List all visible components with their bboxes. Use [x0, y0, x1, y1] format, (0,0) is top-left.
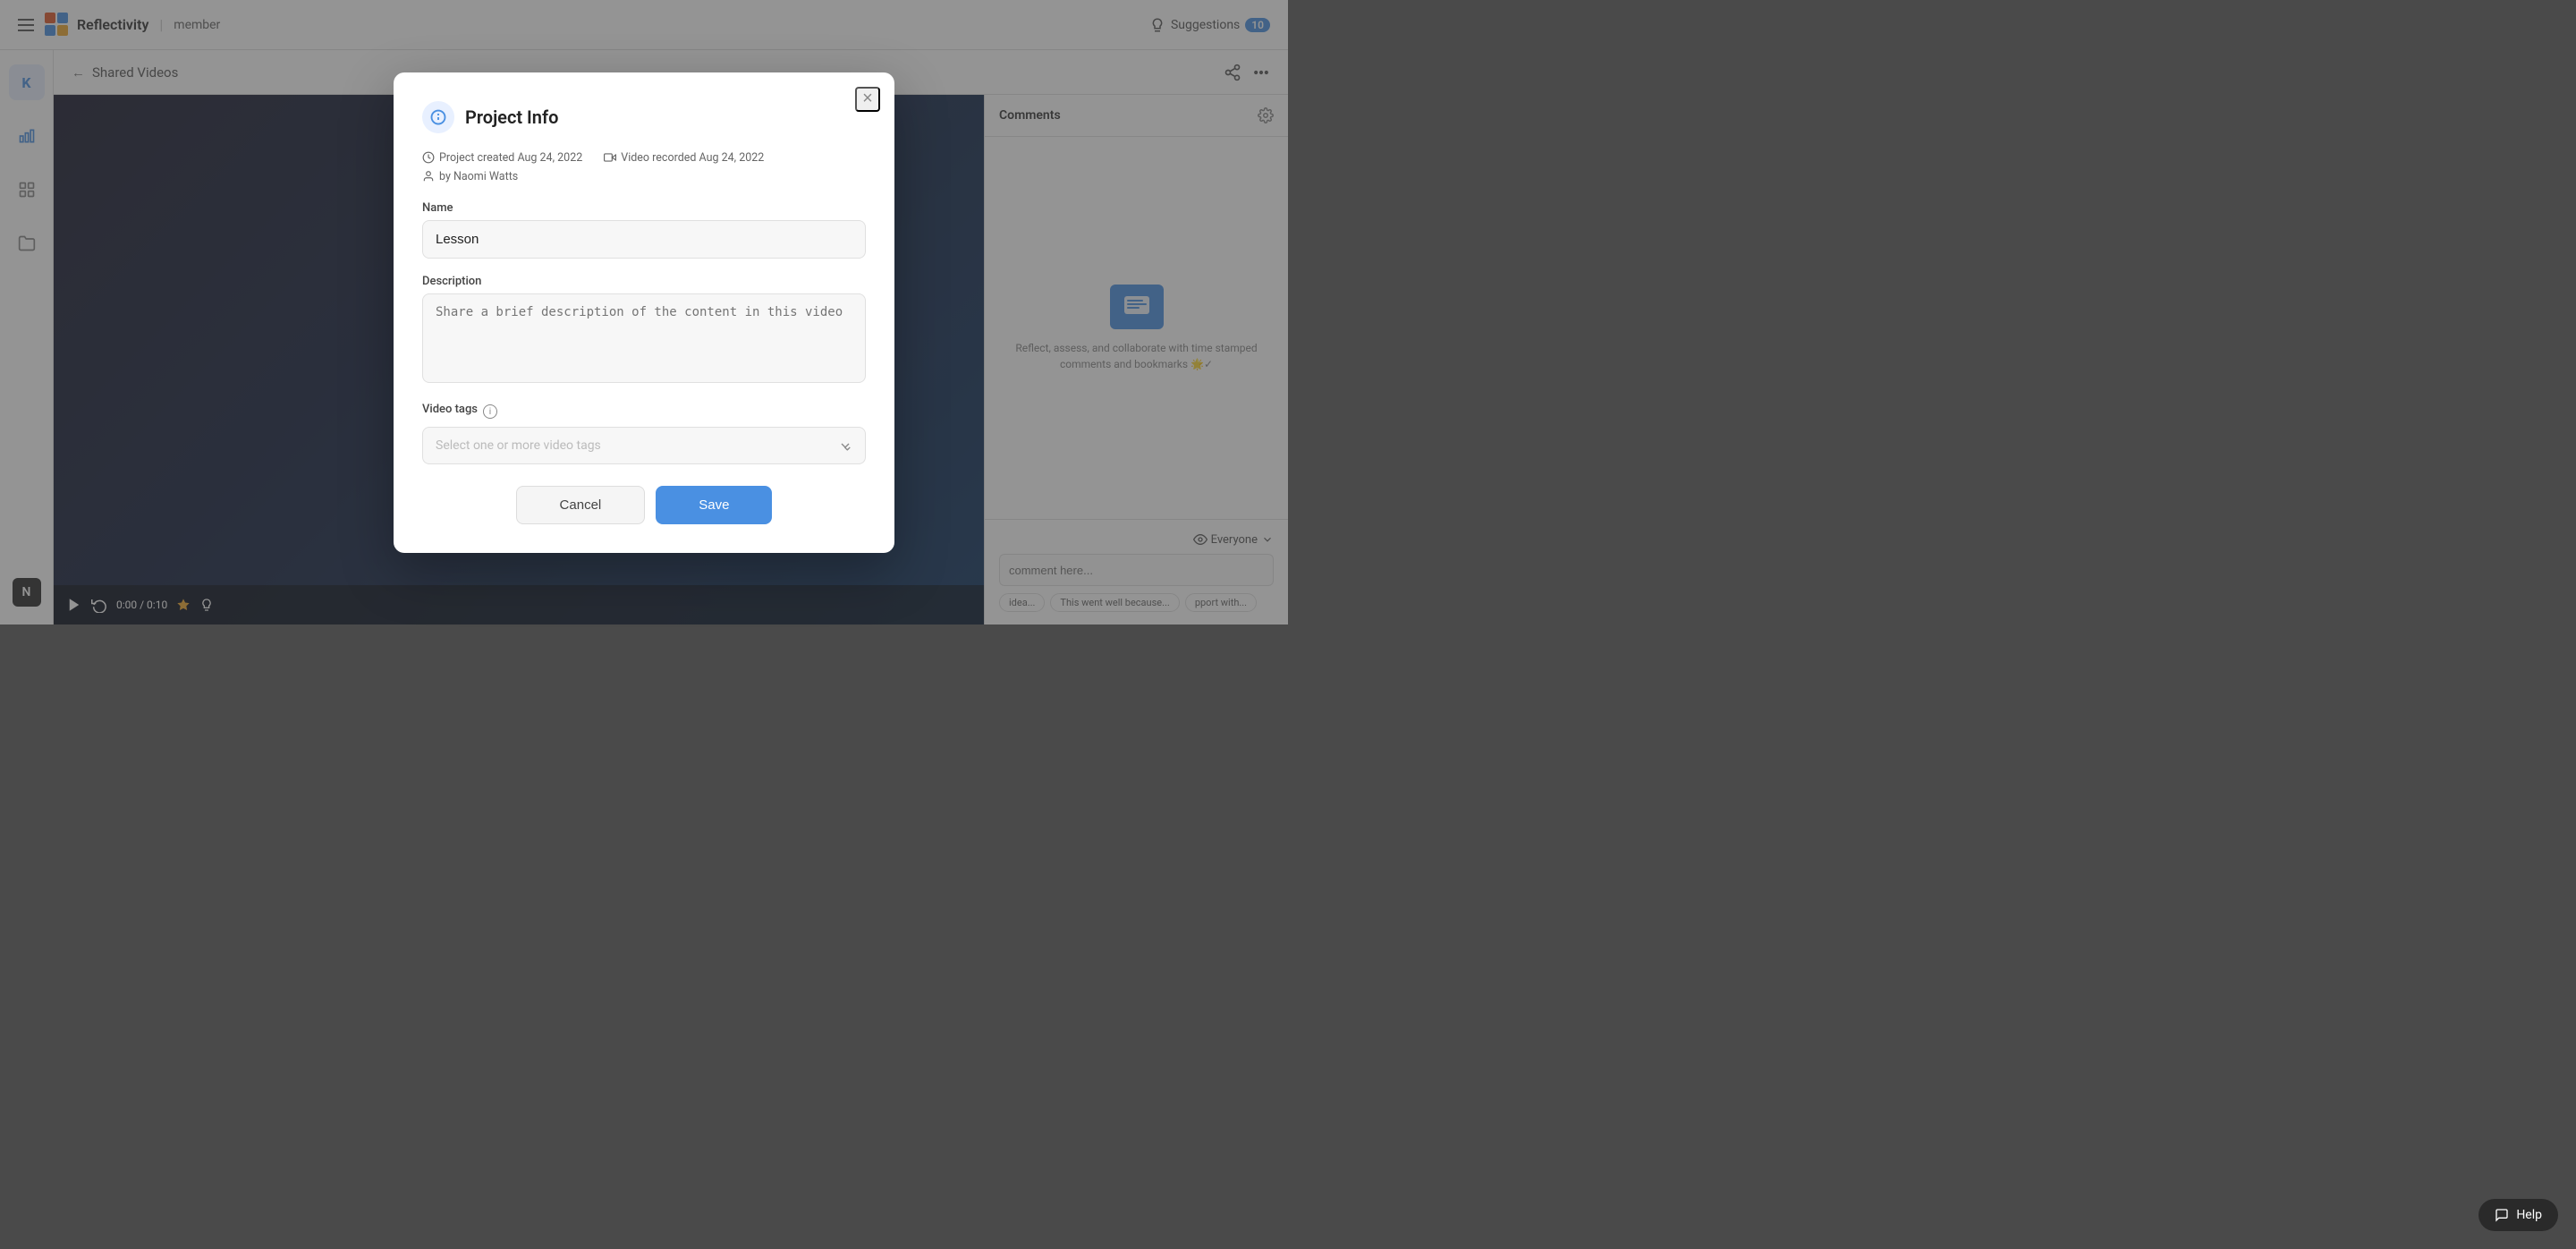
modal-meta-created: Project created Aug 24, 2022: [422, 151, 582, 165]
project-created-label: Project created Aug 24, 2022: [439, 151, 582, 165]
modal-overlay: Project Info × Project created Aug 24, 2…: [0, 0, 1288, 624]
name-input[interactable]: [422, 220, 866, 259]
modal-header: Project Info: [422, 101, 866, 133]
clock-icon: [422, 151, 435, 164]
video-icon: [604, 151, 616, 164]
chevron-down-tags-icon: [838, 438, 852, 453]
name-label: Name: [422, 201, 866, 215]
modal-info-icon: [422, 101, 454, 133]
cancel-button[interactable]: Cancel: [516, 486, 646, 524]
modal-actions: Cancel Save: [422, 486, 866, 524]
modal-meta-dates: Project created Aug 24, 2022 Video recor…: [422, 151, 866, 165]
modal-project-info: Project Info × Project created Aug 24, 2…: [394, 72, 894, 553]
help-label: Help: [2516, 1208, 2542, 1222]
modal-tags-section: Video tags i Select one or more video ta…: [422, 403, 866, 464]
video-tags-select[interactable]: Select one or more video tags: [422, 427, 866, 464]
modal-name-section: Name: [422, 201, 866, 259]
description-textarea[interactable]: [422, 293, 866, 383]
video-recorded-label: Video recorded Aug 24, 2022: [621, 151, 764, 165]
tags-label-row: Video tags i: [422, 403, 866, 421]
chat-icon: [2495, 1208, 2509, 1222]
tags-info-icon: i: [483, 404, 497, 419]
modal-title: Project Info: [465, 106, 558, 128]
user-icon: [422, 170, 435, 183]
author-label: by Naomi Watts: [439, 170, 518, 183]
modal-description-section: Description: [422, 275, 866, 387]
description-label: Description: [422, 275, 866, 288]
modal-close-button[interactable]: ×: [855, 87, 880, 112]
modal-meta-author: by Naomi Watts: [422, 170, 866, 183]
save-button[interactable]: Save: [656, 486, 772, 524]
help-button[interactable]: Help: [2479, 1199, 2558, 1231]
video-tags-label: Video tags: [422, 403, 478, 416]
video-tags-placeholder: Select one or more video tags: [436, 438, 601, 453]
video-tags-select-wrapper: Select one or more video tags: [422, 427, 866, 464]
modal-meta-recorded: Video recorded Aug 24, 2022: [604, 151, 764, 165]
